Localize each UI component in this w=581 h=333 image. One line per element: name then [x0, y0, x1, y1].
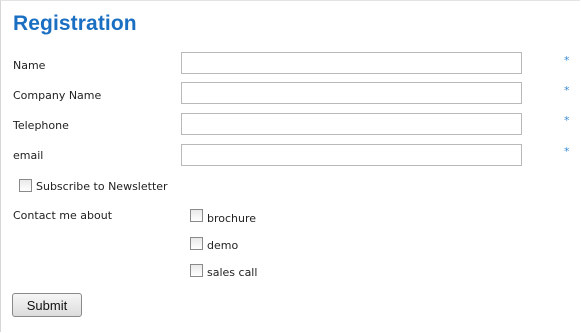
- sales-call-label: sales call: [207, 266, 258, 279]
- email-label: email: [13, 149, 44, 162]
- company-name-required-marker: *: [564, 84, 570, 97]
- form-title: Registration: [13, 12, 137, 35]
- newsletter-label: Subscribe to Newsletter: [36, 180, 168, 193]
- company-name-input[interactable]: [181, 82, 522, 104]
- brochure-label: brochure: [207, 212, 257, 225]
- telephone-label: Telephone: [13, 119, 69, 132]
- newsletter-checkbox[interactable]: [19, 179, 32, 192]
- email-input[interactable]: [181, 144, 522, 166]
- submit-button[interactable]: Submit: [12, 293, 82, 317]
- name-label: Name: [13, 59, 46, 72]
- telephone-input[interactable]: [181, 113, 522, 135]
- sales-call-checkbox[interactable]: [190, 264, 203, 277]
- demo-checkbox[interactable]: [190, 237, 203, 250]
- company-name-label: Company Name: [13, 89, 102, 102]
- contact-label: Contact me about: [13, 209, 113, 222]
- email-required-marker: *: [564, 145, 570, 158]
- telephone-required-marker: *: [564, 114, 570, 127]
- registration-form-frame: Registration Name * Company Name * Telep…: [0, 0, 580, 332]
- name-required-marker: *: [564, 54, 570, 67]
- name-input[interactable]: [181, 52, 522, 74]
- demo-label: demo: [207, 239, 239, 252]
- brochure-checkbox[interactable]: [190, 209, 203, 222]
